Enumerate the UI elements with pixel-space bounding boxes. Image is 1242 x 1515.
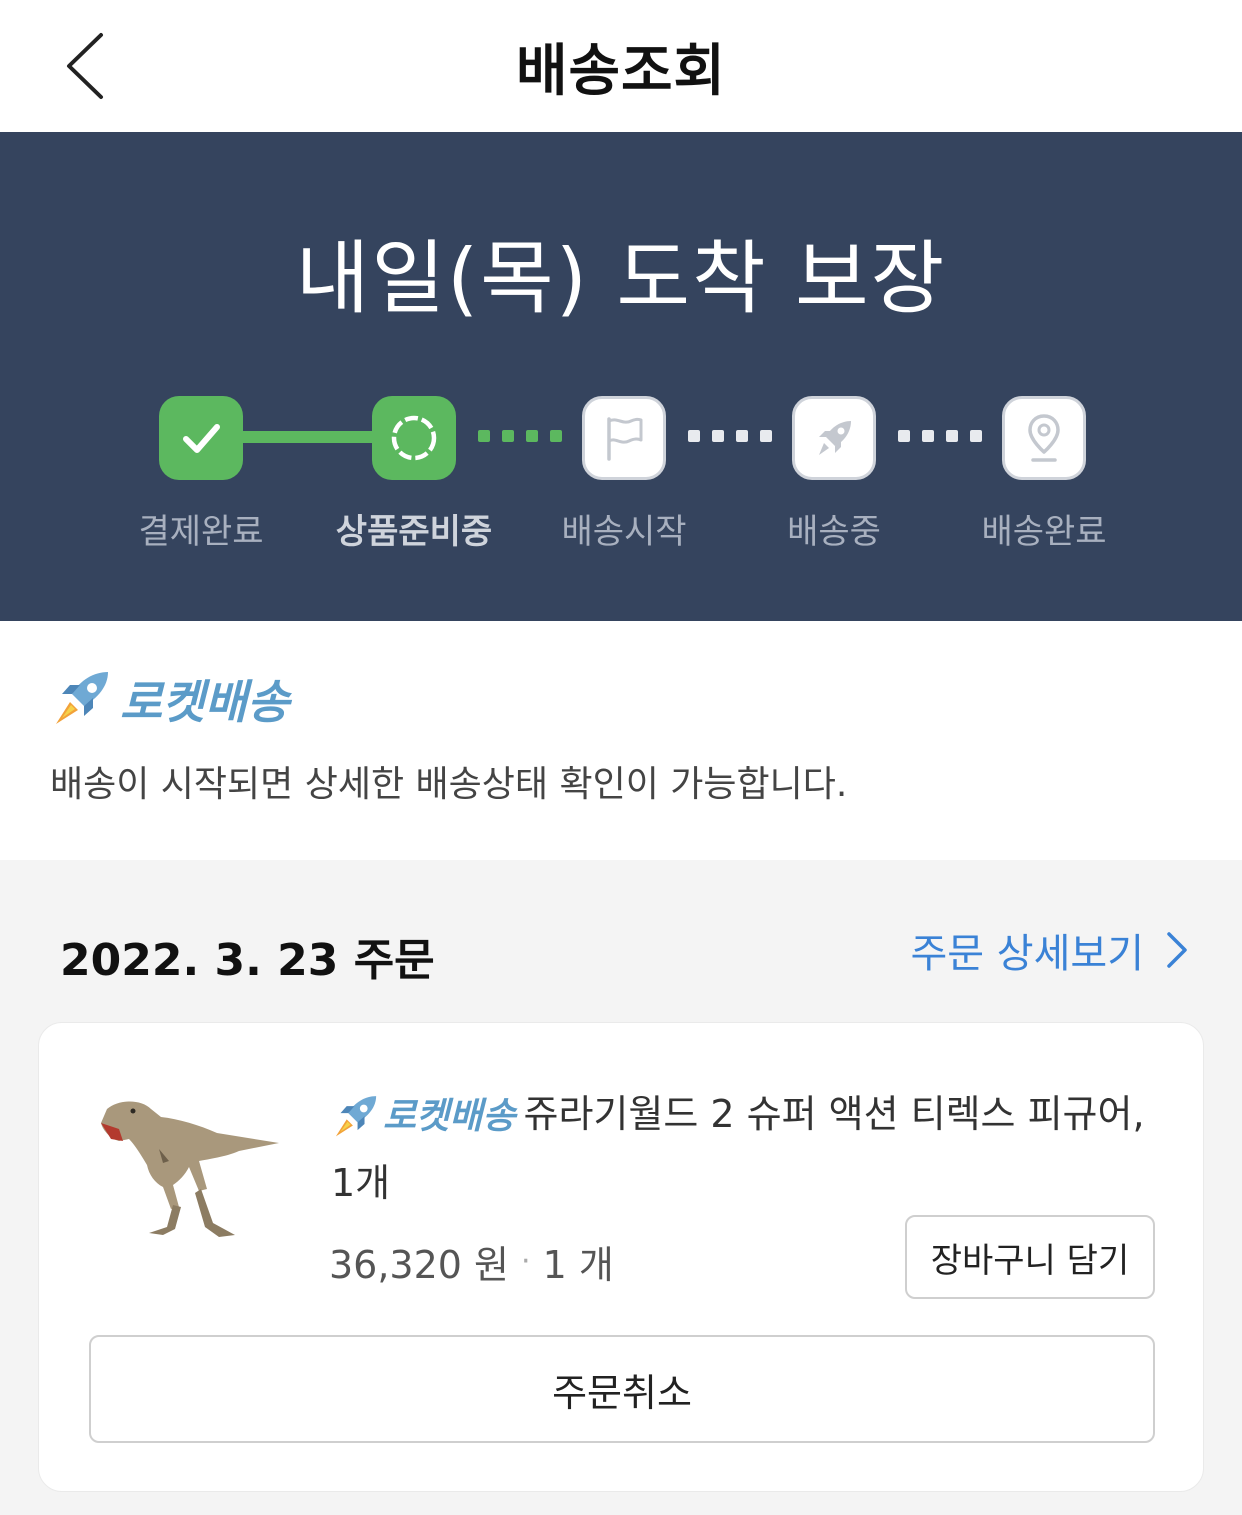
- flag-icon: [607, 417, 643, 461]
- rocket-delivery-badge: 로켓배송: [331, 1084, 515, 1150]
- product-image[interactable]: [89, 1089, 289, 1239]
- rocket-delivery-label: 로켓배송: [383, 1095, 516, 1137]
- product-title[interactable]: 로켓배송 쥬라기월드 2 슈퍼 액션 티렉스 피규어, 1개: [331, 1081, 1161, 1216]
- progress-dots-active: [478, 430, 562, 442]
- step-label: 배송시작: [561, 512, 687, 552]
- product-price: 36,320 원: [329, 1242, 510, 1287]
- step-label: 상품준비중: [335, 512, 493, 552]
- rocket-delivery-label: 로켓배송: [120, 675, 290, 729]
- rocket-delivery-badge: 로켓배송: [50, 669, 289, 729]
- step-label: 배송중: [787, 512, 881, 552]
- progress-line-complete: [240, 431, 376, 443]
- progress-dots-pending: [688, 430, 772, 442]
- add-to-cart-button[interactable]: 장바구니 담기: [905, 1215, 1155, 1299]
- loading-ring-icon: [391, 415, 437, 461]
- step-in-transit: [792, 396, 876, 480]
- chevron-right-icon: [1167, 932, 1187, 968]
- rocket-icon: [335, 1095, 377, 1136]
- check-icon: [183, 424, 220, 453]
- progress-dots-pending: [898, 430, 982, 442]
- order-item-card: 로켓배송 쥬라기월드 2 슈퍼 액션 티렉스 피규어, 1개 36,320 원 …: [38, 1022, 1204, 1492]
- step-shipping-start: [582, 396, 666, 480]
- delivery-tracking-page: 배송조회 내일(목) 도착 보장 결제완료 상품준비중 배송시작 배송중 배송완…: [0, 0, 1242, 1515]
- step-preparing: [372, 396, 456, 480]
- top-bar: 배송조회: [0, 0, 1242, 132]
- price-quantity-row: 36,320 원 · 1 개: [329, 1233, 614, 1289]
- rocket-delivery-info: 로켓배송 배송이 시작되면 상세한 배송상태 확인이 가능합니다.: [0, 621, 1242, 860]
- order-detail-link[interactable]: 주문 상세보기: [910, 920, 1188, 980]
- step-label: 배송완료: [981, 512, 1107, 552]
- back-button[interactable]: [50, 28, 120, 104]
- step-label: 결제완료: [138, 512, 264, 552]
- rocket-icon: [819, 421, 851, 455]
- page-title: 배송조회: [515, 38, 727, 104]
- arrival-guarantee: 내일(목) 도착 보장: [295, 232, 947, 325]
- rocket-icon: [56, 672, 108, 724]
- product-quantity: 1 개: [542, 1242, 614, 1287]
- delivery-status-banner: 내일(목) 도착 보장 결제완료 상품준비중 배송시작 배송중 배송완료: [0, 132, 1242, 621]
- chevron-left-icon: [67, 33, 103, 99]
- separator-dot: ·: [521, 1243, 531, 1279]
- tracking-notice: 배송이 시작되면 상세한 배송상태 확인이 가능합니다.: [50, 764, 848, 805]
- order-date: 2022. 3. 23 주문: [60, 935, 435, 986]
- step-payment-complete: [159, 396, 243, 480]
- cancel-order-button[interactable]: 주문취소: [89, 1335, 1155, 1443]
- location-pin-icon: [1028, 414, 1060, 462]
- step-delivered: [1002, 396, 1086, 480]
- order-detail-label: 주문 상세보기: [910, 931, 1144, 977]
